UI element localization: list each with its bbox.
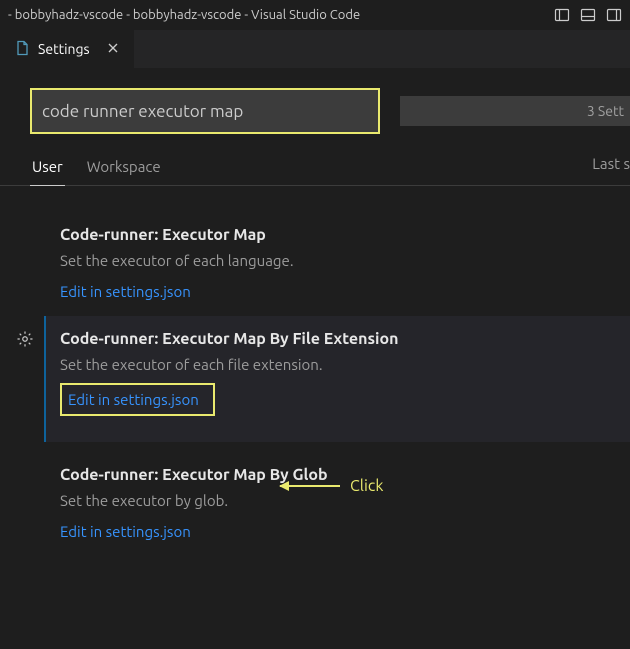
editor-tabs: Settings xyxy=(0,30,630,68)
scope-tab-workspace[interactable]: Workspace xyxy=(85,152,163,185)
search-result-count: 3 Sett xyxy=(400,96,630,126)
settings-search-input[interactable] xyxy=(30,88,380,134)
settings-sync-status[interactable]: Last s xyxy=(592,155,630,182)
layout-secondary-sidebar-icon[interactable] xyxy=(606,7,622,23)
close-icon[interactable] xyxy=(106,41,120,58)
edit-in-settings-json-link[interactable]: Edit in settings.json xyxy=(60,283,191,300)
tab-settings[interactable]: Settings xyxy=(0,30,135,68)
gear-icon[interactable] xyxy=(16,330,34,351)
arrow-icon xyxy=(280,485,340,487)
layout-panel-icon[interactable] xyxy=(580,7,596,23)
highlighted-link-box: Edit in settings.json xyxy=(60,383,215,416)
title-bar: - bobbyhadz-vscode - bobbyhadz-vscode - … xyxy=(0,0,630,30)
window-title: - bobbyhadz-vscode - bobbyhadz-vscode - … xyxy=(8,8,360,22)
title-bar-layout-controls xyxy=(554,7,622,23)
setting-description: Set the executor of each file extension. xyxy=(60,356,610,373)
settings-scope-tabs: User Workspace Last s xyxy=(0,134,630,186)
tab-label: Settings xyxy=(38,41,90,57)
settings-list: Code-runner: Executor Map Set the execut… xyxy=(0,186,630,556)
click-annotation: Click xyxy=(280,477,383,495)
setting-title: Code-runner: Executor Map xyxy=(60,226,610,244)
annotation-label: Click xyxy=(350,477,383,495)
setting-item: Code-runner: Executor Map By Glob Set th… xyxy=(0,442,630,556)
edit-in-settings-json-link[interactable]: Edit in settings.json xyxy=(60,523,191,540)
setting-item: Code-runner: Executor Map Set the execut… xyxy=(0,216,630,316)
settings-file-icon xyxy=(14,40,30,59)
scope-tab-user[interactable]: User xyxy=(30,152,65,186)
edit-in-settings-json-link[interactable]: Edit in settings.json xyxy=(68,391,199,408)
layout-primary-sidebar-icon[interactable] xyxy=(554,7,570,23)
setting-description: Set the executor of each language. xyxy=(60,252,610,269)
setting-title: Code-runner: Executor Map By File Extens… xyxy=(60,330,610,348)
setting-item[interactable]: Code-runner: Executor Map By File Extens… xyxy=(44,316,630,442)
